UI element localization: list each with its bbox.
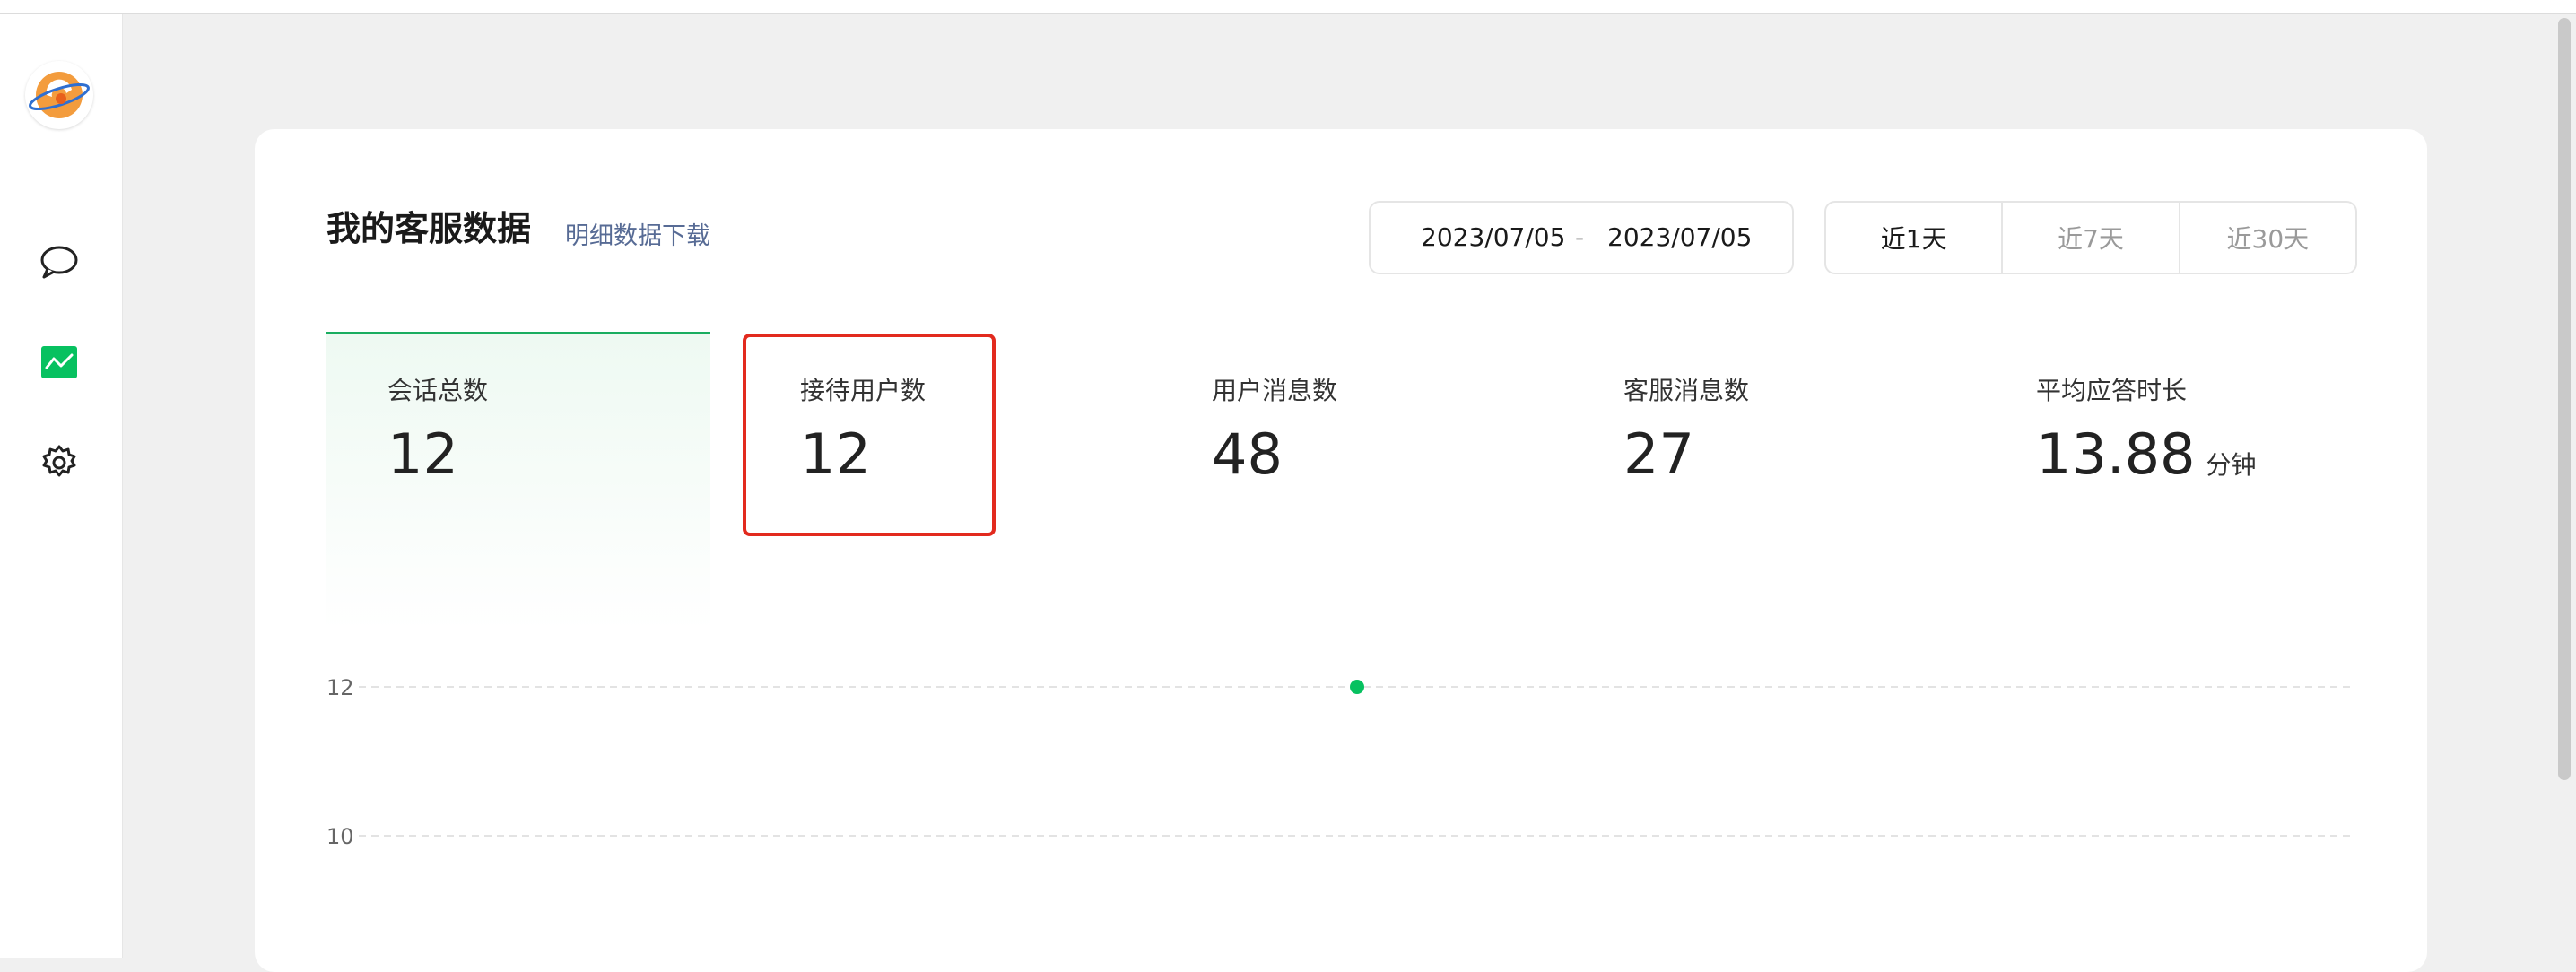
app-logo[interactable] <box>25 61 93 129</box>
logo-icon <box>29 72 90 118</box>
chart-data-point[interactable] <box>1350 680 1364 694</box>
gear-icon <box>42 445 76 477</box>
y-tick-label: 10 <box>326 824 354 849</box>
chat-bubble-icon <box>40 246 78 279</box>
data-chart-icon <box>41 346 77 378</box>
window-top-bar <box>0 0 2576 14</box>
nav-chat-icon[interactable] <box>36 239 83 285</box>
nav-settings-icon[interactable] <box>36 439 83 486</box>
stats-card: 我的客服数据 明细数据下载 2023/07/05 - 2023/07/05 近1… <box>255 129 2427 972</box>
sidebar <box>0 14 123 958</box>
nav-data-icon[interactable] <box>36 339 83 386</box>
trend-chart: 12 10 <box>326 675 2355 849</box>
y-tick-label: 12 <box>326 675 354 700</box>
page-scrollbar[interactable] <box>2558 18 2571 780</box>
